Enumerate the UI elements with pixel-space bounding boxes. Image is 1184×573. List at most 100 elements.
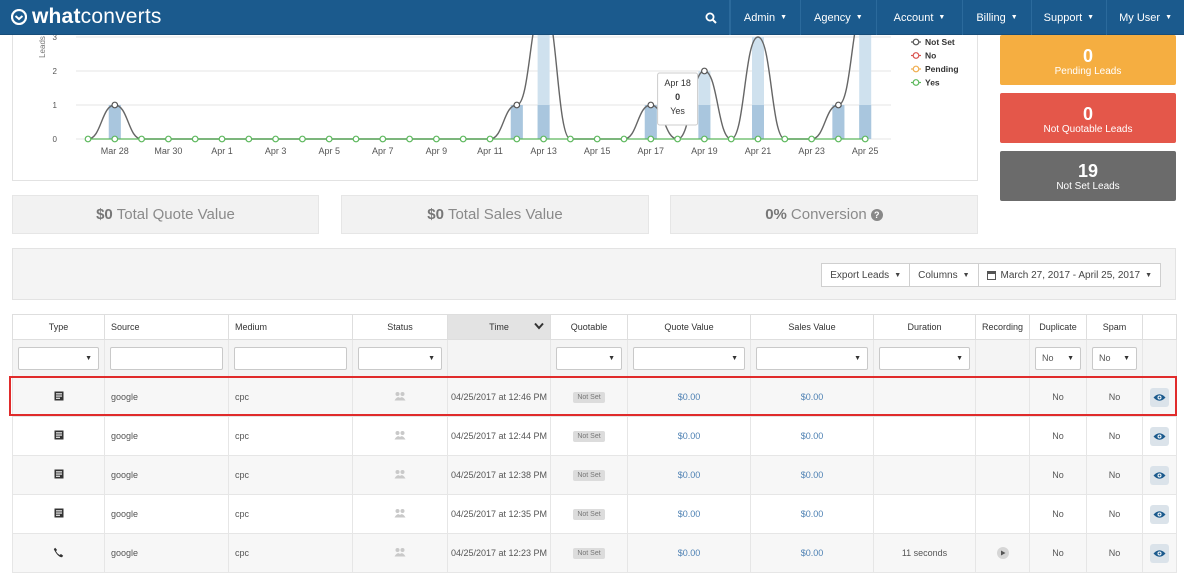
data-point-yes[interactable]	[138, 135, 146, 143]
view-lead-button[interactable]	[1150, 387, 1169, 407]
quotable-cell[interactable]: Not Set	[550, 533, 628, 573]
view-lead-button[interactable]	[1150, 504, 1169, 524]
bar-segment[interactable]	[510, 105, 523, 139]
quotable-badge[interactable]: Not Set	[573, 509, 605, 520]
date-range-picker[interactable]: March 27, 2017 - April 25, 2017 ▼	[977, 263, 1161, 287]
data-point-yes[interactable]	[727, 135, 735, 143]
col-header-spam[interactable]: Spam	[1086, 314, 1143, 340]
play-recording-button[interactable]	[996, 547, 1009, 559]
data-point-yes[interactable]	[272, 135, 280, 143]
quotable-badge[interactable]: Not Set	[573, 548, 605, 559]
data-point-yes[interactable]	[540, 135, 547, 143]
source-filter-input[interactable]	[110, 347, 223, 370]
data-point-yes[interactable]	[808, 135, 815, 143]
quotable-badge[interactable]: Not Set	[573, 470, 605, 481]
pending-leads-box[interactable]: 0 Pending Leads	[1000, 35, 1176, 85]
data-point-yes[interactable]	[84, 135, 92, 143]
quotable-cell[interactable]: Not Set	[550, 455, 628, 495]
status-cell[interactable]	[352, 533, 448, 573]
sales-value[interactable]: $0.00	[801, 470, 824, 480]
sales-value[interactable]: $0.00	[801, 548, 824, 558]
nav-billing[interactable]: Billing ▼	[962, 0, 1030, 35]
col-header-recording[interactable]: Recording	[975, 314, 1030, 340]
data-point-yes[interactable]	[567, 135, 574, 143]
data-point-not-set[interactable]	[647, 101, 655, 109]
whatconverts-logo[interactable]: what converts	[11, 5, 162, 28]
data-point-not-set[interactable]	[835, 101, 842, 109]
sales-value-cell[interactable]: $0.00	[750, 455, 874, 495]
data-point-yes[interactable]	[674, 135, 681, 143]
data-point-yes[interactable]	[218, 135, 226, 143]
bar-segment[interactable]	[832, 105, 845, 139]
status-cell[interactable]	[352, 455, 448, 495]
table-row[interactable]: google cpc 04/25/2017 at 12:35 PM Not Set $0…	[12, 494, 1177, 534]
col-header-quote-value[interactable]: Quote Value	[627, 314, 751, 340]
duplicate-filter-select[interactable]: No ▼	[1035, 347, 1081, 370]
data-point-yes[interactable]	[111, 135, 119, 143]
data-point-yes[interactable]	[486, 135, 494, 143]
quote-value-cell[interactable]: $0.00	[627, 377, 751, 417]
data-point-yes[interactable]	[701, 135, 708, 143]
bar-segment[interactable]	[698, 105, 711, 139]
data-point-yes[interactable]	[593, 135, 601, 143]
data-point-yes[interactable]	[406, 135, 414, 143]
data-point-not-set[interactable]	[701, 67, 708, 75]
quote-value-filter-select[interactable]: ▼	[633, 347, 745, 370]
columns-button[interactable]: Columns ▼	[909, 263, 979, 287]
data-point-yes[interactable]	[781, 135, 789, 143]
data-point-yes[interactable]	[647, 135, 655, 143]
sales-value-filter-select[interactable]: ▼	[756, 347, 868, 370]
sales-value-cell[interactable]: $0.00	[750, 533, 874, 573]
quote-value-cell[interactable]: $0.00	[627, 416, 751, 456]
view-lead-button[interactable]	[1150, 426, 1169, 446]
table-row[interactable]: google cpc 04/25/2017 at 12:23 PM Not Set $0…	[12, 533, 1177, 573]
quote-value[interactable]: $0.00	[678, 548, 701, 558]
col-header-source[interactable]: Source	[104, 314, 229, 340]
help-icon[interactable]: ?	[870, 208, 883, 221]
not-quotable-leads-box[interactable]: 0 Not Quotable Leads	[1000, 93, 1176, 143]
quote-value[interactable]: $0.00	[678, 431, 701, 441]
quote-value-cell[interactable]: $0.00	[627, 533, 751, 573]
quote-value-cell[interactable]: $0.00	[627, 455, 751, 495]
sales-value-cell[interactable]: $0.00	[750, 416, 874, 456]
col-header-medium[interactable]: Medium	[228, 314, 353, 340]
duration-filter-select[interactable]: ▼	[879, 347, 970, 370]
quote-value-cell[interactable]: $0.00	[627, 494, 751, 534]
data-point-yes[interactable]	[299, 135, 306, 143]
status-cell[interactable]	[352, 377, 448, 417]
data-point-not-set[interactable]	[111, 101, 119, 109]
quotable-cell[interactable]: Not Set	[550, 416, 628, 456]
table-row[interactable]: google cpc 04/25/2017 at 12:46 PM Not Set $0…	[12, 377, 1177, 417]
col-header-sales-value[interactable]: Sales Value	[750, 314, 874, 340]
data-point-yes[interactable]	[379, 135, 387, 143]
nav-agency[interactable]: Agency ▼	[800, 0, 876, 35]
table-row[interactable]: google cpc 04/25/2017 at 12:38 PM Not Set $0…	[12, 455, 1177, 495]
data-point-yes[interactable]	[191, 135, 199, 143]
nav-account[interactable]: Account ▼	[875, 0, 963, 35]
type-filter-select[interactable]: ▼	[18, 347, 99, 370]
nav-my-user[interactable]: My User ▼	[1106, 0, 1184, 35]
table-row[interactable]: google cpc 04/25/2017 at 12:44 PM Not Set $0…	[12, 416, 1177, 456]
data-point-yes[interactable]	[245, 135, 253, 143]
quotable-badge[interactable]: Not Set	[573, 431, 605, 442]
data-point-yes[interactable]	[325, 135, 333, 143]
col-header-duration[interactable]: Duration	[873, 314, 976, 340]
medium-filter-input[interactable]	[234, 347, 347, 370]
data-point-yes[interactable]	[835, 135, 842, 143]
export-leads-button[interactable]: Export Leads ▼	[821, 263, 911, 287]
not-set-leads-box[interactable]: 19 Not Set Leads	[1000, 151, 1176, 201]
col-header-duplicate[interactable]: Duplicate	[1029, 314, 1087, 340]
nav-admin[interactable]: Admin ▼	[729, 0, 800, 35]
col-header-time[interactable]: Time	[447, 314, 551, 340]
quotable-cell[interactable]: Not Set	[550, 377, 628, 417]
data-point-yes[interactable]	[861, 135, 869, 143]
data-point-yes[interactable]	[754, 135, 762, 143]
nav-support[interactable]: Support ▼	[1030, 0, 1106, 35]
view-lead-button[interactable]	[1150, 465, 1169, 485]
status-filter-select[interactable]: ▼	[358, 347, 442, 370]
data-point-yes[interactable]	[164, 135, 172, 143]
status-cell[interactable]	[352, 416, 448, 456]
sales-value-cell[interactable]: $0.00	[750, 377, 874, 417]
col-header-status[interactable]: Status	[352, 314, 448, 340]
quotable-filter-select[interactable]: ▼	[556, 347, 622, 370]
